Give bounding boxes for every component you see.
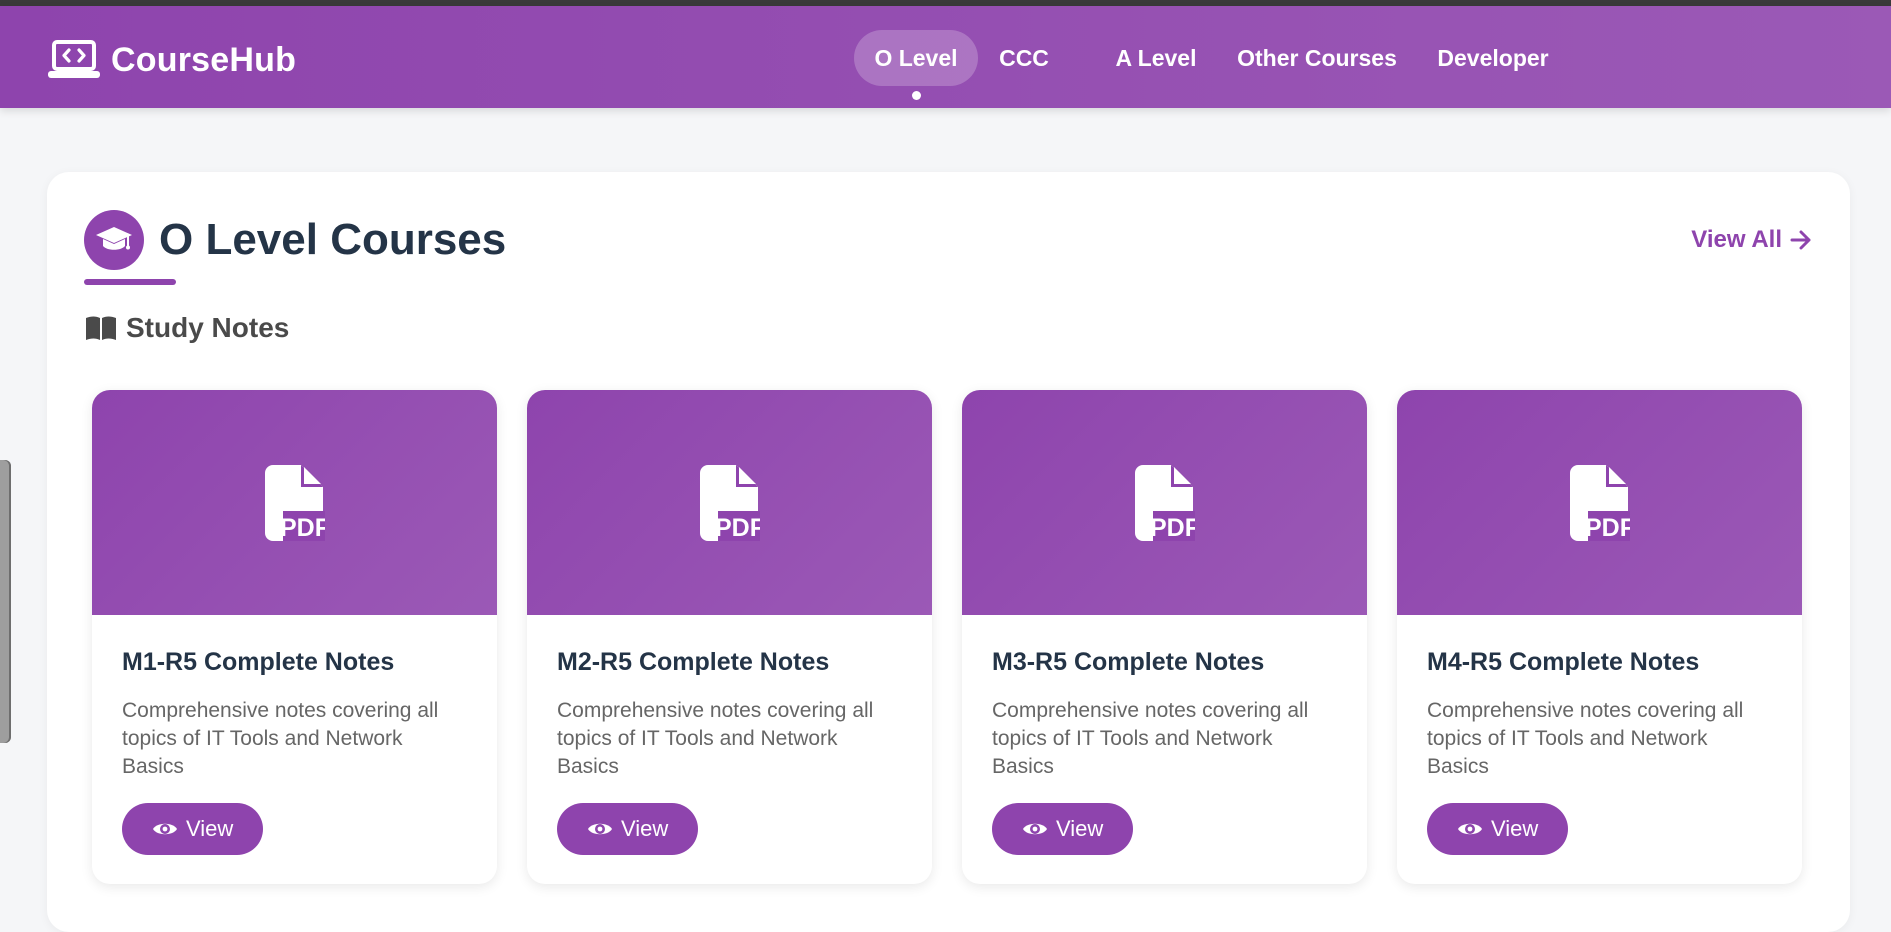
svg-text:PDF: PDF [715, 514, 760, 541]
subsection-header: Study Notes [84, 312, 289, 344]
view-button[interactable]: View [122, 803, 264, 855]
pdf-file-icon: PDF [1134, 464, 1195, 541]
svg-text:PDF: PDF [1150, 514, 1195, 541]
course-card: PDF M1-R5 Complete Notes Comprehensive n… [92, 390, 497, 884]
view-all-link[interactable]: View All [1691, 226, 1812, 254]
view-all-label: View All [1691, 226, 1782, 253]
svg-text:PDF: PDF [1585, 514, 1630, 541]
nav-item-ccc[interactable]: CCC [989, 30, 1059, 86]
card-banner: PDF [527, 390, 932, 615]
nav-item-label: A Level [1115, 45, 1197, 71]
view-button-label: View [186, 816, 234, 841]
view-button[interactable]: View [1427, 803, 1569, 855]
title-underline [84, 279, 176, 285]
course-card: PDF M4-R5 Complete Notes Comprehensive n… [1397, 390, 1802, 884]
card-title: M2-R5 Complete Notes [557, 648, 830, 676]
pdf-file-icon: PDF [1569, 464, 1630, 541]
courses-panel: O Level Courses View All Study Notes PDF… [47, 172, 1850, 932]
view-button[interactable]: View [992, 803, 1134, 855]
nav-item-label: CCC [999, 45, 1049, 71]
card-banner: PDF [962, 390, 1367, 615]
eye-icon [1458, 823, 1482, 835]
nav-item-other-courses[interactable]: Other Courses [1232, 30, 1402, 86]
arrow-right-icon [1790, 230, 1811, 250]
open-book-icon [86, 316, 116, 340]
laptop-code-icon [48, 40, 100, 78]
view-button[interactable]: View [557, 803, 699, 855]
side-drawer-handle[interactable] [0, 460, 11, 743]
card-description: Comprehensive notes covering all topics … [122, 699, 439, 778]
card-description: Comprehensive notes covering all topics … [557, 699, 874, 778]
card-description: Comprehensive notes covering all topics … [992, 699, 1309, 778]
pdf-file-icon: PDF [699, 464, 760, 541]
view-button-label: View [1056, 816, 1104, 841]
nav-item-o-level[interactable]: O Level [854, 30, 978, 100]
nav-item-a-level[interactable]: A Level [1106, 30, 1206, 86]
card-description: Comprehensive notes covering all topics … [1427, 699, 1744, 778]
nav-item-label: O Level [874, 45, 958, 71]
pdf-file-icon: PDF [264, 464, 325, 541]
eye-icon [153, 823, 177, 835]
brand-name: CourseHub [111, 40, 297, 79]
view-button-label: View [1491, 816, 1539, 841]
top-navbar: CourseHub O Level CCC A Level Other Cour… [0, 6, 1891, 108]
svg-text:PDF: PDF [280, 514, 325, 541]
card-title: M4-R5 Complete Notes [1427, 648, 1700, 676]
course-card: PDF M2-R5 Complete Notes Comprehensive n… [527, 390, 932, 884]
brand-logo-link[interactable]: CourseHub [47, 40, 296, 80]
eye-icon [588, 823, 612, 835]
card-title: M3-R5 Complete Notes [992, 648, 1265, 676]
graduation-cap-icon [96, 227, 132, 250]
graduation-cap-badge [84, 210, 144, 270]
view-button-label: View [621, 816, 669, 841]
nav-item-developer[interactable]: Developer [1428, 30, 1558, 86]
course-card: PDF M3-R5 Complete Notes Comprehensive n… [962, 390, 1367, 884]
nav-item-label: Developer [1437, 45, 1549, 71]
eye-icon [1023, 823, 1047, 835]
section-title: O Level Courses [159, 215, 507, 264]
card-banner: PDF [92, 390, 497, 615]
card-banner: PDF [1397, 390, 1802, 615]
card-title: M1-R5 Complete Notes [122, 648, 395, 676]
active-indicator-dot [911, 91, 921, 100]
nav-item-label: Other Courses [1237, 45, 1397, 71]
section-header: O Level Courses [84, 210, 506, 270]
subsection-title: Study Notes [126, 312, 290, 343]
